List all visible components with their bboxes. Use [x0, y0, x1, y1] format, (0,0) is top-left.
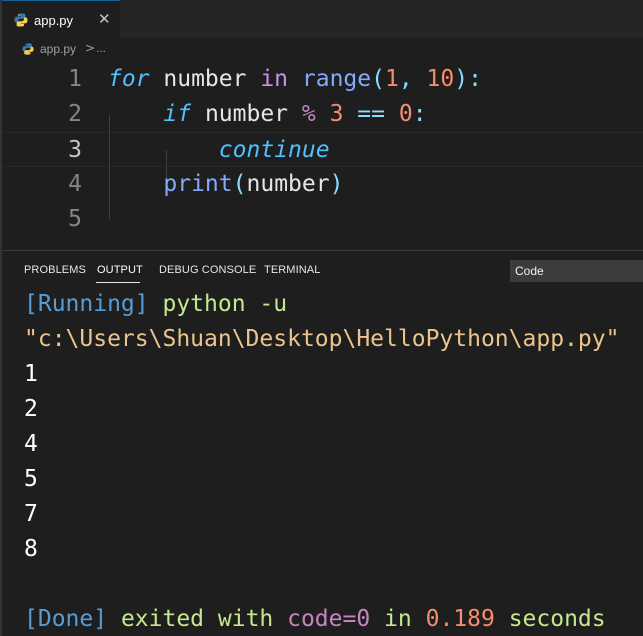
close-icon[interactable]: ✕	[98, 10, 111, 28]
output-result: 4	[24, 431, 38, 457]
elapsed-seconds: 0.189	[425, 606, 495, 632]
code-line-3[interactable]: 3 continue	[2, 132, 643, 167]
code-text: if number % 3 == 0:	[108, 97, 427, 132]
breadcrumb-more[interactable]: ...	[96, 41, 106, 55]
panel-tab-bar: PROBLEMS OUTPUT DEBUG CONSOLE TERMINAL C…	[2, 251, 643, 287]
code-line-5[interactable]: 5	[2, 202, 643, 237]
line-number: 4	[68, 171, 82, 197]
done-tag: [Done]	[24, 606, 108, 632]
output-result: 7	[24, 501, 38, 527]
output-result: 5	[24, 466, 38, 492]
identifier: number	[191, 101, 302, 127]
identifier: number	[149, 66, 261, 92]
run-command: python -u	[148, 291, 288, 317]
punctuation: (	[232, 171, 247, 197]
python-file-icon	[22, 43, 34, 55]
tab-terminal[interactable]: TERMINAL	[264, 264, 320, 276]
tab-output[interactable]: OUTPUT	[97, 264, 143, 276]
output-channel-select[interactable]: Code	[510, 260, 643, 282]
number-literal: 0	[398, 101, 413, 127]
tab-app-py[interactable]: app.py ✕	[2, 0, 120, 38]
code-line-2[interactable]: 2 if number % 3 == 0:	[2, 97, 643, 132]
running-tag: [Running]	[24, 291, 149, 317]
code-line-1[interactable]: 1 for number in range(1, 10):	[2, 62, 643, 97]
function-name: print	[163, 171, 233, 197]
tab-problems[interactable]: PROBLEMS	[24, 264, 86, 276]
exited-text: exited with	[107, 606, 288, 632]
operator: ==	[343, 101, 399, 127]
punctuation: (	[371, 66, 385, 92]
code-text: continue	[108, 133, 330, 168]
script-path: "c:\Users\Shuan\Desktop\HelloPython\app.…	[24, 326, 620, 352]
punctuation: )	[329, 171, 344, 197]
output-line-running: [Running] python -u	[24, 287, 287, 322]
vscode-window: app.py ✕ app.py > ... 1 for number in ra…	[0, 0, 643, 636]
keyword-if: if	[163, 101, 192, 127]
code-editor[interactable]: 1 for number in range(1, 10): 2 if numbe…	[2, 62, 643, 250]
output-line-path: "c:\Users\Shuan\Desktop\HelloPython\app.…	[24, 322, 619, 357]
keyword-for: for	[108, 66, 150, 92]
number-literal: 10	[426, 66, 455, 92]
seconds-text: seconds	[494, 606, 606, 632]
code-text: for number in range(1, 10):	[108, 62, 482, 97]
identifier: number	[246, 171, 330, 197]
tab-debug-console[interactable]: DEBUG CONSOLE	[159, 264, 256, 276]
code-text: print(number)	[108, 167, 343, 202]
exit-code: code=0	[287, 606, 371, 632]
editor-tab-bar: app.py ✕	[2, 0, 643, 38]
line-number: 1	[68, 66, 82, 92]
keyword-in: in	[260, 66, 289, 92]
number-literal: 3	[315, 101, 344, 127]
in-text: in	[370, 606, 426, 632]
tab-label: app.py	[34, 13, 74, 28]
number-literal: 1	[384, 66, 399, 92]
code-line-4[interactable]: 4 print(number)	[2, 167, 643, 202]
line-number: 2	[68, 101, 82, 127]
punctuation: ):	[454, 66, 482, 92]
operator: %	[301, 101, 316, 127]
chevron-right-icon: >	[85, 41, 96, 55]
punctuation: :	[412, 101, 427, 127]
punctuation: ,	[398, 66, 427, 92]
output-result: 1	[24, 361, 38, 387]
breadcrumb-file[interactable]: app.py	[40, 42, 76, 56]
line-number: 3	[68, 137, 82, 163]
python-file-icon	[14, 13, 28, 27]
active-tab-indicator	[96, 282, 140, 283]
output-result: 8	[24, 536, 38, 562]
output-result: 2	[24, 396, 38, 422]
line-number: 5	[68, 206, 82, 232]
function-name: range	[288, 66, 372, 92]
output-line-done: [Done] exited with code=0 in 0.189 secon…	[24, 602, 606, 636]
output-panel[interactable]: [Running] python -u "c:\Users\Shuan\Desk…	[2, 287, 643, 636]
breadcrumb: app.py > ...	[2, 38, 643, 62]
keyword-continue: continue	[218, 137, 330, 163]
